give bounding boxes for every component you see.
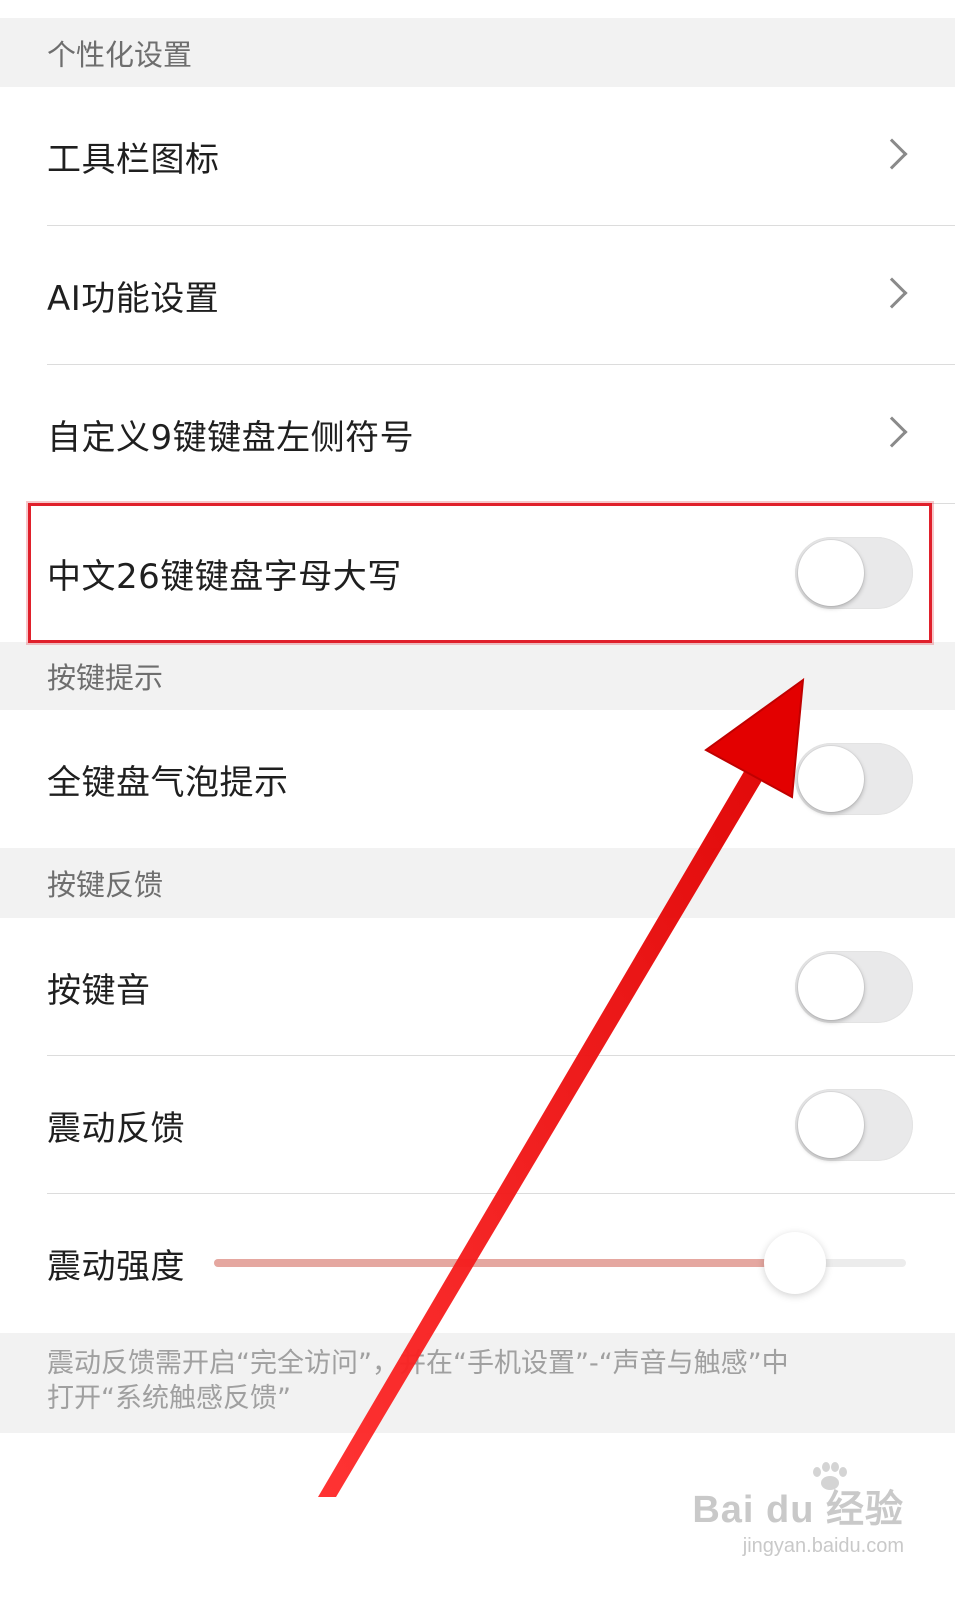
row-label: 中文26键键盘字母大写 (47, 556, 402, 597)
watermark-main: Bai du 经验 (692, 1489, 904, 1531)
chevron-right-icon (876, 416, 908, 448)
chevron-right-icon (876, 277, 908, 309)
slider-fill (214, 1259, 796, 1267)
footer-note: 震动反馈需开启“完全访问”，并在“手机设置”-“声音与触感”中 打开“系统触感反… (0, 1333, 955, 1433)
row-toolbar-icons[interactable]: 工具栏图标 (0, 87, 955, 225)
row-label: 按键音 (47, 970, 151, 1011)
footer-note-line: 打开“系统触感反馈” (47, 1383, 291, 1414)
toggle-knob (798, 746, 864, 812)
row-full-keyboard-bubble: 全键盘气泡提示 (0, 710, 955, 848)
toggle-knob (798, 954, 864, 1020)
vibration-strength-slider[interactable] (214, 1232, 906, 1294)
section-title: 个性化设置 (47, 37, 193, 72)
row-key-sound: 按键音 (0, 918, 955, 1056)
row-label: 工具栏图标 (47, 139, 220, 180)
row-vibration-feedback: 震动反馈 (0, 1056, 955, 1194)
row-label: 自定义9键键盘左侧符号 (47, 417, 415, 458)
section-header-personalization: 个性化设置 (0, 18, 955, 87)
row-vibration-strength: 震动强度 (0, 1194, 955, 1332)
row-chinese-26key-uppercase: 中文26键键盘字母大写 (0, 504, 955, 642)
uppercase-toggle[interactable] (795, 537, 913, 609)
baidu-jingyan-watermark: Bai du 经验 jingyan.baidu.com (692, 1478, 904, 1558)
row-label: AI功能设置 (47, 278, 220, 319)
chevron-right-icon (876, 138, 908, 170)
toggle-knob (798, 1092, 864, 1158)
footer-note-line: 震动反馈需开启“完全访问”，并在“手机设置”-“声音与触感”中 (47, 1348, 789, 1379)
row-label: 震动反馈 (47, 1108, 185, 1149)
top-spacer (0, 0, 974, 18)
row-label: 全键盘气泡提示 (47, 762, 289, 803)
vibration-feedback-toggle[interactable] (795, 1089, 913, 1161)
row-custom-9key-symbols[interactable]: 自定义9键键盘左侧符号 (0, 365, 955, 503)
watermark-sub: jingyan.baidu.com (742, 1535, 904, 1557)
toggle-knob (798, 540, 864, 606)
row-label: 震动强度 (47, 1246, 185, 1287)
bubble-hint-toggle[interactable] (795, 743, 913, 815)
key-sound-toggle[interactable] (795, 951, 913, 1023)
row-ai-settings[interactable]: AI功能设置 (0, 226, 955, 364)
section-title: 按键反馈 (47, 868, 164, 902)
section-title: 按键提示 (47, 661, 164, 695)
section-header-key-feedback: 按键反馈 (0, 848, 955, 918)
slider-thumb[interactable] (764, 1232, 827, 1294)
section-header-key-hint: 按键提示 (0, 642, 955, 710)
